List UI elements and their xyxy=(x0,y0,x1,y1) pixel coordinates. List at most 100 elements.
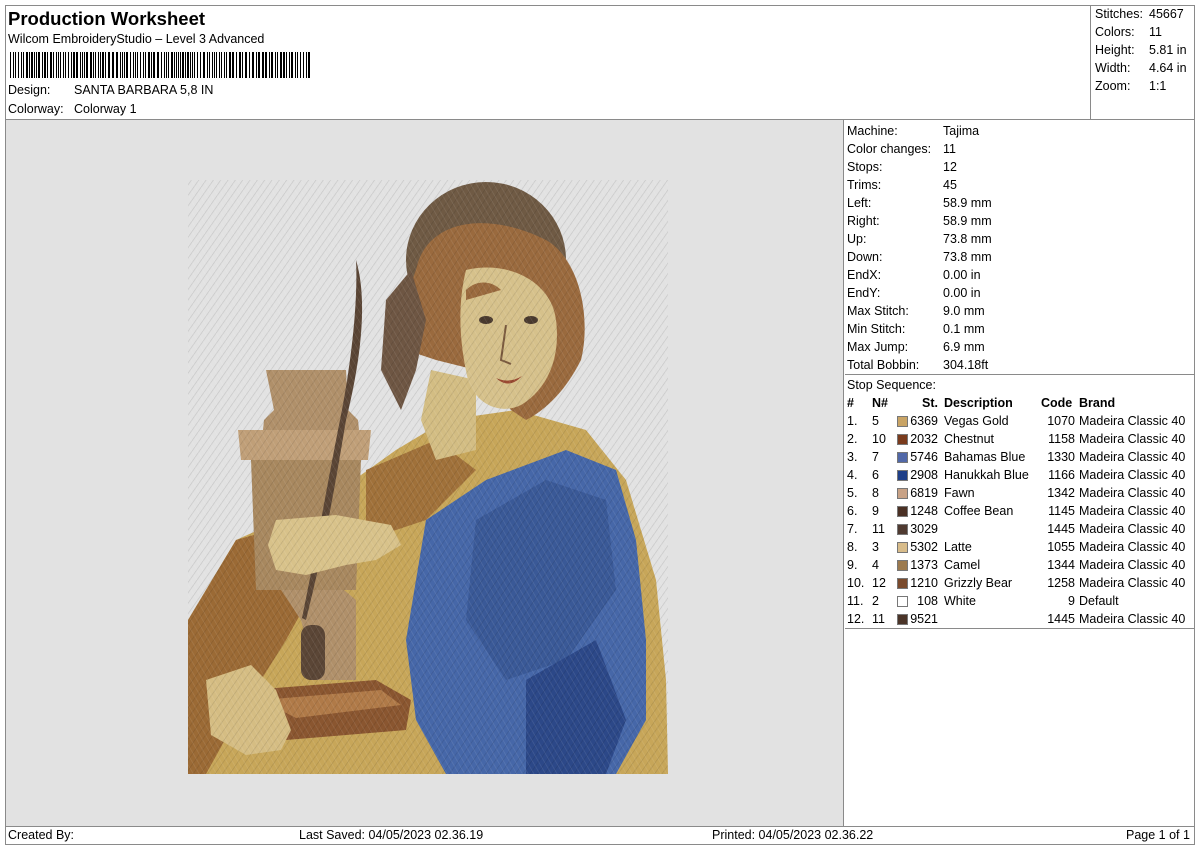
summary-box: Stitches: 45667 Colors: 11 Height: 5.81 in … xyxy=(1090,6,1194,119)
worksheet-frame: Production Worksheet Wilcom EmbroiderySt… xyxy=(5,5,1195,845)
barcode-bar xyxy=(38,52,40,78)
barcode-bar xyxy=(308,52,310,78)
color-swatch xyxy=(897,560,908,571)
barcode-bar xyxy=(122,52,123,78)
needle-number: 11 xyxy=(872,522,885,536)
barcode-bar xyxy=(76,52,78,78)
spec-value: 0.1 mm xyxy=(943,322,985,336)
barcode-bar xyxy=(216,52,217,78)
design-label: Design: xyxy=(8,83,51,97)
barcode-bar xyxy=(148,52,150,78)
spec-label: Up: xyxy=(847,232,867,246)
spec-value: 6.9 mm xyxy=(943,340,985,354)
barcode-bar xyxy=(23,52,24,78)
col-brand: Brand xyxy=(1079,396,1116,410)
summary-value: 5.81 in xyxy=(1149,43,1187,57)
spec-label: Left: xyxy=(847,196,872,210)
spec-value: 73.8 mm xyxy=(943,250,992,264)
spec-label: Total Bobbin: xyxy=(847,358,920,372)
needle-number: 7 xyxy=(872,450,879,464)
barcode-bar xyxy=(265,52,267,78)
summary-value: 1:1 xyxy=(1149,79,1167,93)
stitch-count: 6819 xyxy=(910,486,938,500)
color-description: White xyxy=(944,594,976,608)
summary-label: Colors: xyxy=(1095,25,1135,39)
thread-code: 1166 xyxy=(1048,468,1075,482)
barcode-bar xyxy=(116,52,118,78)
barcode-bar xyxy=(214,52,215,78)
barcode-bar xyxy=(180,52,181,78)
color-description: Chestnut xyxy=(944,432,995,446)
thread-brand: Madeira Classic 40 xyxy=(1079,612,1186,626)
spec-label: Right: xyxy=(847,214,880,228)
barcode-bar xyxy=(291,52,293,78)
summary-row: Colors: 11 xyxy=(1095,25,1162,39)
stop-number: 3. xyxy=(847,450,858,464)
barcode-bar xyxy=(178,52,179,78)
color-swatch xyxy=(897,524,908,535)
table-row: 7. 11 3029 1445 Madeira Classic 40 xyxy=(845,522,1194,540)
barcode-bar xyxy=(269,52,270,78)
spec-value: Tajima xyxy=(943,124,980,138)
page-number: Page 1 of 1 xyxy=(1126,828,1190,842)
barcode-bar xyxy=(105,52,106,78)
barcode-bar xyxy=(93,52,94,78)
spec-row: Up: 73.8 mm xyxy=(847,232,992,246)
spec-value: 0.00 in xyxy=(943,268,981,282)
table-row: 5. 8 6819 Fawn 1342 Madeira Classic 40 xyxy=(845,486,1194,504)
spec-label: Stops: xyxy=(847,160,883,174)
design-row: Design: SANTA BARBARA 5,8 IN xyxy=(8,83,213,97)
barcode-bar xyxy=(137,52,138,78)
stitch-count: 1373 xyxy=(910,558,938,572)
barcode-bar xyxy=(53,52,54,78)
barcode-bar xyxy=(157,52,159,78)
barcode-bar xyxy=(60,52,61,78)
barcode-bar xyxy=(277,52,278,78)
spec-value: 45 xyxy=(943,178,957,192)
barcode-bar xyxy=(71,52,72,78)
thread-brand: Madeira Classic 40 xyxy=(1079,504,1186,518)
stop-number: 9. xyxy=(847,558,858,572)
thread-code: 1445 xyxy=(1047,522,1075,536)
color-description: Vegas Gold xyxy=(944,414,1009,428)
summary-label: Height: xyxy=(1095,43,1135,57)
divider xyxy=(6,826,1194,827)
barcode-bar xyxy=(133,52,134,78)
barcode-bar xyxy=(36,52,37,78)
spec-value: 58.9 mm xyxy=(943,196,992,210)
thread-brand: Madeira Classic 40 xyxy=(1079,576,1186,590)
color-swatch xyxy=(897,488,908,499)
design-art xyxy=(188,180,668,774)
color-swatch xyxy=(897,614,908,625)
color-description: Bahamas Blue xyxy=(944,450,1026,464)
thread-brand: Madeira Classic 40 xyxy=(1079,486,1186,500)
spec-value: 73.8 mm xyxy=(943,232,992,246)
barcode-bar xyxy=(303,52,304,78)
stitch-count: 3029 xyxy=(910,522,938,536)
summary-label: Width: xyxy=(1095,61,1131,75)
color-description: Latte xyxy=(944,540,972,554)
stitch-count: 108 xyxy=(917,594,938,608)
spec-value: 9.0 mm xyxy=(943,304,985,318)
barcode-bar xyxy=(262,52,264,78)
barcode-bar xyxy=(197,52,198,78)
table-row: 10. 12 1210 Grizzly Bear 1258 Madeira Classic… xyxy=(845,576,1194,594)
barcode-bar xyxy=(73,52,75,78)
divider xyxy=(845,374,1194,375)
spec-row: Right: 58.9 mm xyxy=(847,214,992,228)
barcode-image xyxy=(10,52,310,78)
spec-row: EndX: 0.00 in xyxy=(847,268,981,282)
barcode-bar xyxy=(140,52,141,78)
colorway-label: Colorway: xyxy=(8,102,64,116)
thread-code: 1258 xyxy=(1047,576,1075,590)
spec-row: Max Jump: 6.9 mm xyxy=(847,340,985,354)
thread-brand: Madeira Classic 40 xyxy=(1079,540,1186,554)
barcode-bar xyxy=(207,52,208,78)
barcode-bar xyxy=(31,52,33,78)
summary-value: 4.64 in xyxy=(1149,61,1187,75)
barcode-bar xyxy=(65,52,66,78)
summary-value: 11 xyxy=(1149,25,1162,39)
printed-date: Printed: 04/05/2023 02.36.22 xyxy=(712,828,874,842)
barcode-bar xyxy=(13,52,14,78)
thread-brand: Madeira Classic 40 xyxy=(1079,558,1186,572)
